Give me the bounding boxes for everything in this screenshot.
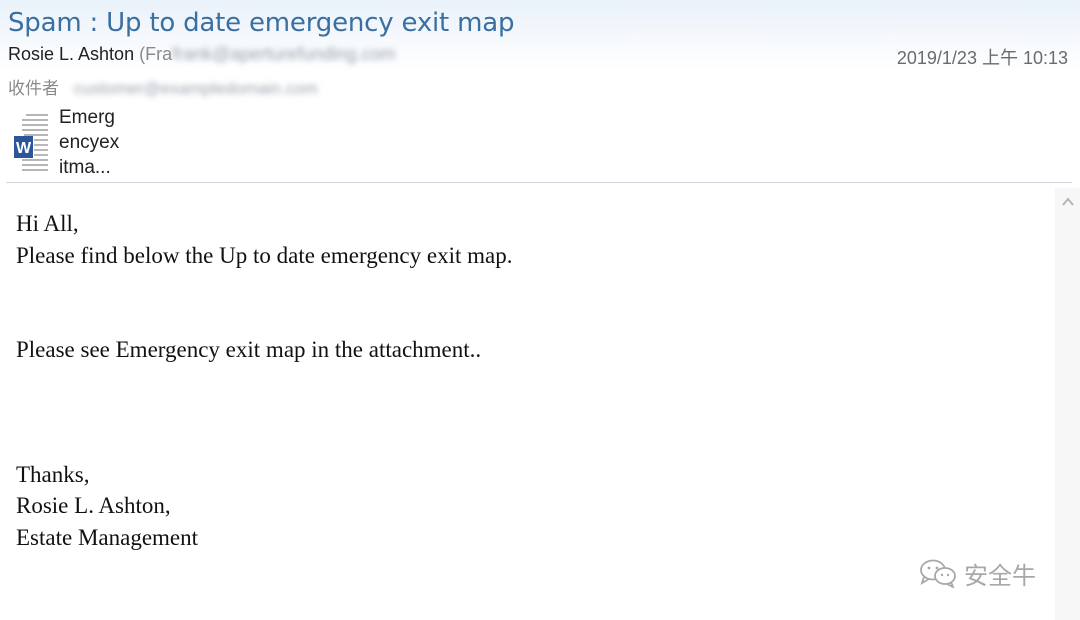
svg-text:W: W	[16, 140, 32, 157]
header-divider	[6, 182, 1072, 183]
vertical-scrollbar[interactable]	[1055, 188, 1080, 620]
sender-email-prefix: (Fra	[139, 44, 173, 64]
message-subject: Spam : Up to date emergency exit map	[8, 8, 515, 38]
body-greeting: Hi All,	[16, 211, 79, 236]
recipient-redacted[interactable]: customer@exampledomain.com	[74, 79, 318, 99]
watermark: 安全牛	[918, 555, 1036, 591]
scroll-up-arrow-icon[interactable]	[1059, 193, 1077, 211]
to-label: 收件者	[8, 79, 59, 99]
attachment-name[interactable]: Emerg encyex itma...	[59, 105, 139, 180]
watermark-text: 安全牛	[964, 561, 1036, 590]
recipient-row: 收件者 customer@exampledomain.com	[8, 74, 318, 99]
sender-name[interactable]: Rosie L. Ashton	[8, 44, 134, 64]
body-closing: Thanks,	[16, 461, 90, 487]
sender-row: Rosie L. Ashton (Frafrank@aperturefundin…	[8, 44, 396, 65]
body-line-2: Please see Emergency exit map in the att…	[16, 337, 482, 362]
body-line-1: Please find below the Up to date emergen…	[16, 242, 513, 268]
attachment-item[interactable]: W Emerg encyex itma...	[12, 105, 142, 179]
sender-email-redacted: frank@aperturefunding.com	[172, 44, 396, 64]
signature-department: Estate Management	[16, 524, 199, 550]
wechat-icon	[920, 559, 956, 588]
signature-name: Rosie L. Ashton,	[16, 493, 171, 518]
word-document-icon: W	[14, 114, 48, 171]
message-body: Hi All, Please find below the Up to date…	[16, 208, 512, 553]
message-date: 2019/1/23 上午 10:13	[896, 48, 1068, 68]
message-header: Spam : Up to date emergency exit map Ros…	[0, 0, 1080, 182]
